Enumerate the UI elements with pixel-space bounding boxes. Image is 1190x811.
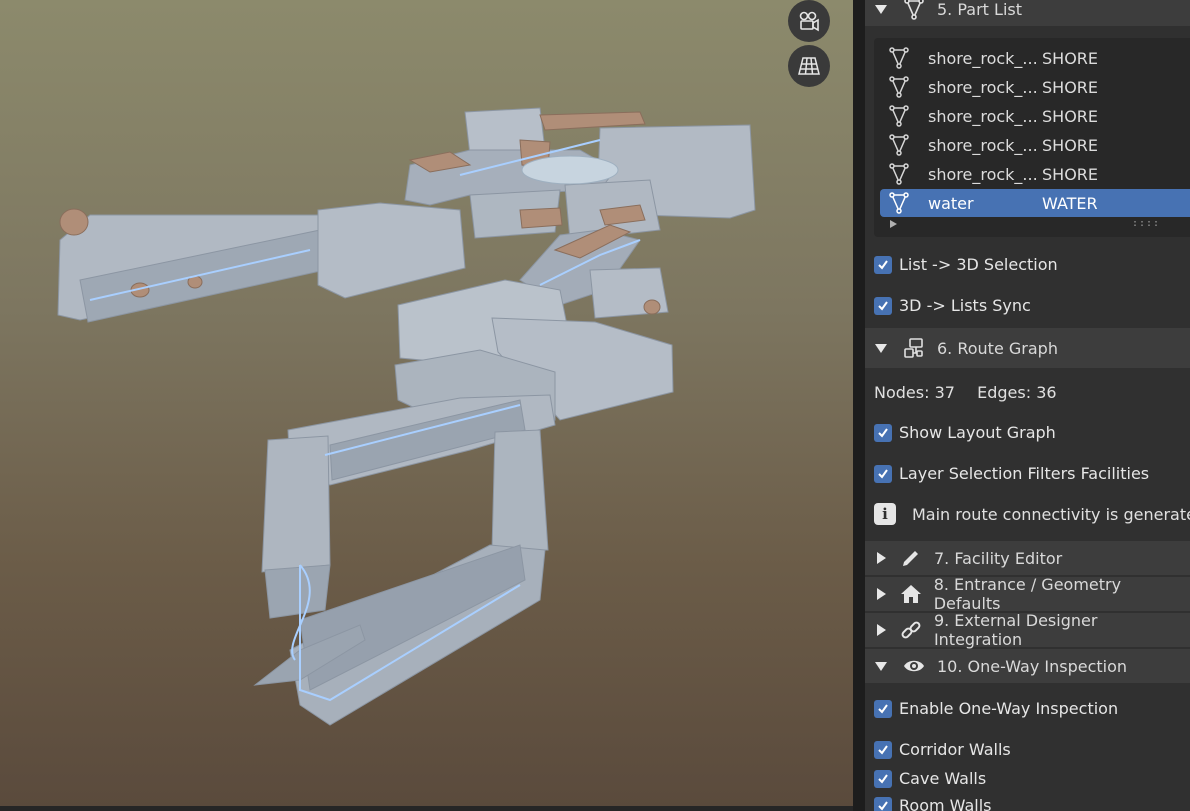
section-header-facility-editor[interactable]: 7. Facility Editor [865, 541, 1190, 575]
checkbox-label: Room Walls [899, 796, 992, 811]
checkbox-label: Layer Selection Filters Facilities [899, 464, 1150, 483]
show-layout-graph-checkbox[interactable]: Show Layout Graph [874, 423, 1056, 442]
item-layer: SHORE [1042, 135, 1099, 155]
list-item[interactable]: shore_rock_... SHORE [880, 102, 1190, 130]
cave-walls-checkbox[interactable]: Cave Walls [874, 769, 986, 788]
section-title: 9. External Designer Integration [933, 611, 1098, 649]
checkmark-icon [874, 296, 892, 315]
mesh-icon [888, 192, 912, 214]
section-header-route-graph[interactable]: 6. Route Graph [865, 328, 1190, 368]
info-text: Main route connectivity is generated [912, 504, 1190, 524]
link-icon [898, 617, 924, 643]
item-layer: SHORE [1042, 106, 1099, 126]
info-message: i Main route connectivity is generated [874, 503, 1190, 525]
section-title: 7. Facility Editor [934, 548, 1063, 568]
checkbox-label: 3D -> Lists Sync [899, 296, 1031, 315]
checkbox-label: List -> 3D Selection [899, 255, 1058, 274]
section-header-external-designer[interactable]: 9. External Designer Integration [865, 611, 1190, 649]
list-options-arrow-icon[interactable] [890, 220, 897, 228]
section-title: 10. One-Way Inspection [937, 656, 1128, 676]
3d-to-lists-sync-checkbox[interactable]: 3D -> Lists Sync [874, 296, 1031, 315]
pencil-icon [898, 545, 924, 571]
nodes-count: Nodes: 37 [874, 383, 955, 402]
list-item-selected[interactable]: water WATER [880, 189, 1190, 217]
viewport-footer-strip [0, 806, 853, 811]
expand-arrow-icon [875, 4, 887, 14]
room-walls-checkbox[interactable]: Room Walls [874, 796, 991, 811]
expand-arrow-icon [875, 661, 887, 671]
mesh-icon [901, 0, 927, 22]
perspective-toggle-button[interactable] [788, 45, 830, 87]
collapse-arrow-icon [877, 588, 886, 600]
item-layer: SHORE [1042, 48, 1099, 68]
section-title: 8. Entrance / Geometry Defaults [933, 575, 1122, 613]
item-layer: SHORE [1042, 77, 1099, 97]
info-icon: i [874, 503, 896, 525]
edges-count: Edges: 36 [977, 383, 1057, 402]
item-name: shore_rock_... [928, 48, 1038, 68]
graph-stats: Nodes: 37 Edges: 36 [874, 383, 1057, 402]
checkmark-icon [874, 699, 892, 718]
section-header-one-way-inspection[interactable]: 10. One-Way Inspection [865, 649, 1190, 683]
checkmark-icon [874, 423, 892, 442]
layer-filters-checkbox[interactable]: Layer Selection Filters Facilities [874, 464, 1149, 483]
3d-viewport[interactable] [0, 0, 853, 811]
mesh-icon [888, 163, 912, 185]
sidebar-panel: 5. Part List shore_rock_... SHORE shore_… [865, 0, 1190, 811]
section-header-part-list[interactable]: 5. Part List [865, 0, 1190, 26]
collapse-arrow-icon [877, 552, 886, 564]
item-layer: WATER [1042, 193, 1098, 213]
list-item[interactable]: shore_rock_... SHORE [880, 73, 1190, 101]
camera-icon [799, 11, 819, 32]
item-name: water [928, 193, 974, 213]
expand-arrow-icon [875, 343, 887, 353]
mesh-icon [888, 105, 912, 127]
enable-one-way-checkbox[interactable]: Enable One-Way Inspection [874, 699, 1118, 718]
section-header-entrance-defaults[interactable]: 8. Entrance / Geometry Defaults [865, 575, 1190, 613]
checkmark-icon [874, 796, 892, 811]
list-to-3d-checkbox[interactable]: List -> 3D Selection [874, 255, 1058, 274]
checkmark-icon [874, 464, 892, 483]
mesh-icon [888, 134, 912, 156]
item-name: shore_rock_... [928, 77, 1038, 97]
mesh-icon [888, 47, 912, 69]
part-list[interactable]: shore_rock_... SHORE shore_rock_... SHOR… [874, 38, 1190, 237]
checkbox-label: Cave Walls [899, 769, 987, 788]
collapse-arrow-icon [877, 624, 886, 636]
checkmark-icon [874, 769, 892, 788]
home-icon [898, 581, 924, 607]
item-name: shore_rock_... [928, 106, 1038, 126]
eye-icon [901, 653, 927, 679]
section-title: 5. Part List [937, 0, 1022, 19]
panel-divider[interactable] [853, 0, 865, 811]
list-resize-handle[interactable]: :::: [1132, 218, 1160, 229]
perspective-grid-icon [798, 57, 820, 75]
item-name: shore_rock_... [928, 164, 1038, 184]
route-graph-icon [901, 335, 927, 361]
checkbox-label: Corridor Walls [899, 740, 1011, 759]
dungeon-model [57, 107, 756, 726]
list-item[interactable]: shore_rock_... SHORE [880, 44, 1190, 72]
corridor-walls-checkbox[interactable]: Corridor Walls [874, 740, 1011, 759]
item-layer: SHORE [1042, 164, 1099, 184]
item-name: shore_rock_... [928, 135, 1038, 155]
list-item[interactable]: shore_rock_... SHORE [880, 131, 1190, 159]
checkmark-icon [874, 255, 892, 274]
checkbox-label: Enable One-Way Inspection [899, 699, 1119, 718]
checkmark-icon [874, 740, 892, 759]
mesh-icon [888, 76, 912, 98]
section-title: 6. Route Graph [937, 338, 1058, 358]
list-item[interactable]: shore_rock_... SHORE [880, 160, 1190, 188]
camera-view-button[interactable] [788, 0, 830, 42]
checkbox-label: Show Layout Graph [899, 423, 1056, 442]
